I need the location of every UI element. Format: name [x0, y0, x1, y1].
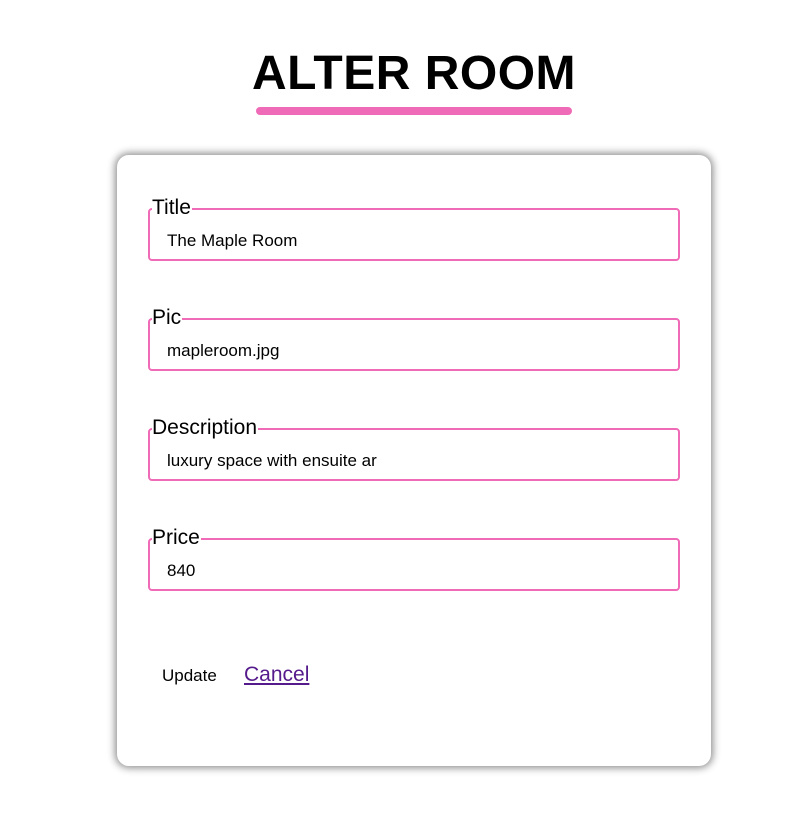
alter-room-form-card: Title Pic Description Price Update Cance…	[117, 155, 711, 766]
page-title: ALTER ROOM	[251, 47, 577, 100]
pic-input[interactable]	[167, 340, 387, 362]
title-input[interactable]	[167, 230, 387, 252]
title-underline	[256, 107, 572, 115]
price-field: Price	[148, 526, 680, 591]
pic-field-label: Pic	[152, 306, 183, 330]
pic-field: Pic	[148, 306, 680, 371]
cancel-link[interactable]: Cancel	[244, 663, 309, 687]
description-field: Description	[148, 416, 680, 481]
title-field: Title	[148, 196, 680, 261]
description-field-label: Description	[152, 416, 259, 440]
title-field-label: Title	[152, 196, 192, 220]
price-input[interactable]	[167, 560, 387, 582]
update-button[interactable]: Update	[162, 666, 217, 686]
description-input[interactable]	[167, 450, 387, 472]
price-field-label: Price	[152, 526, 201, 550]
